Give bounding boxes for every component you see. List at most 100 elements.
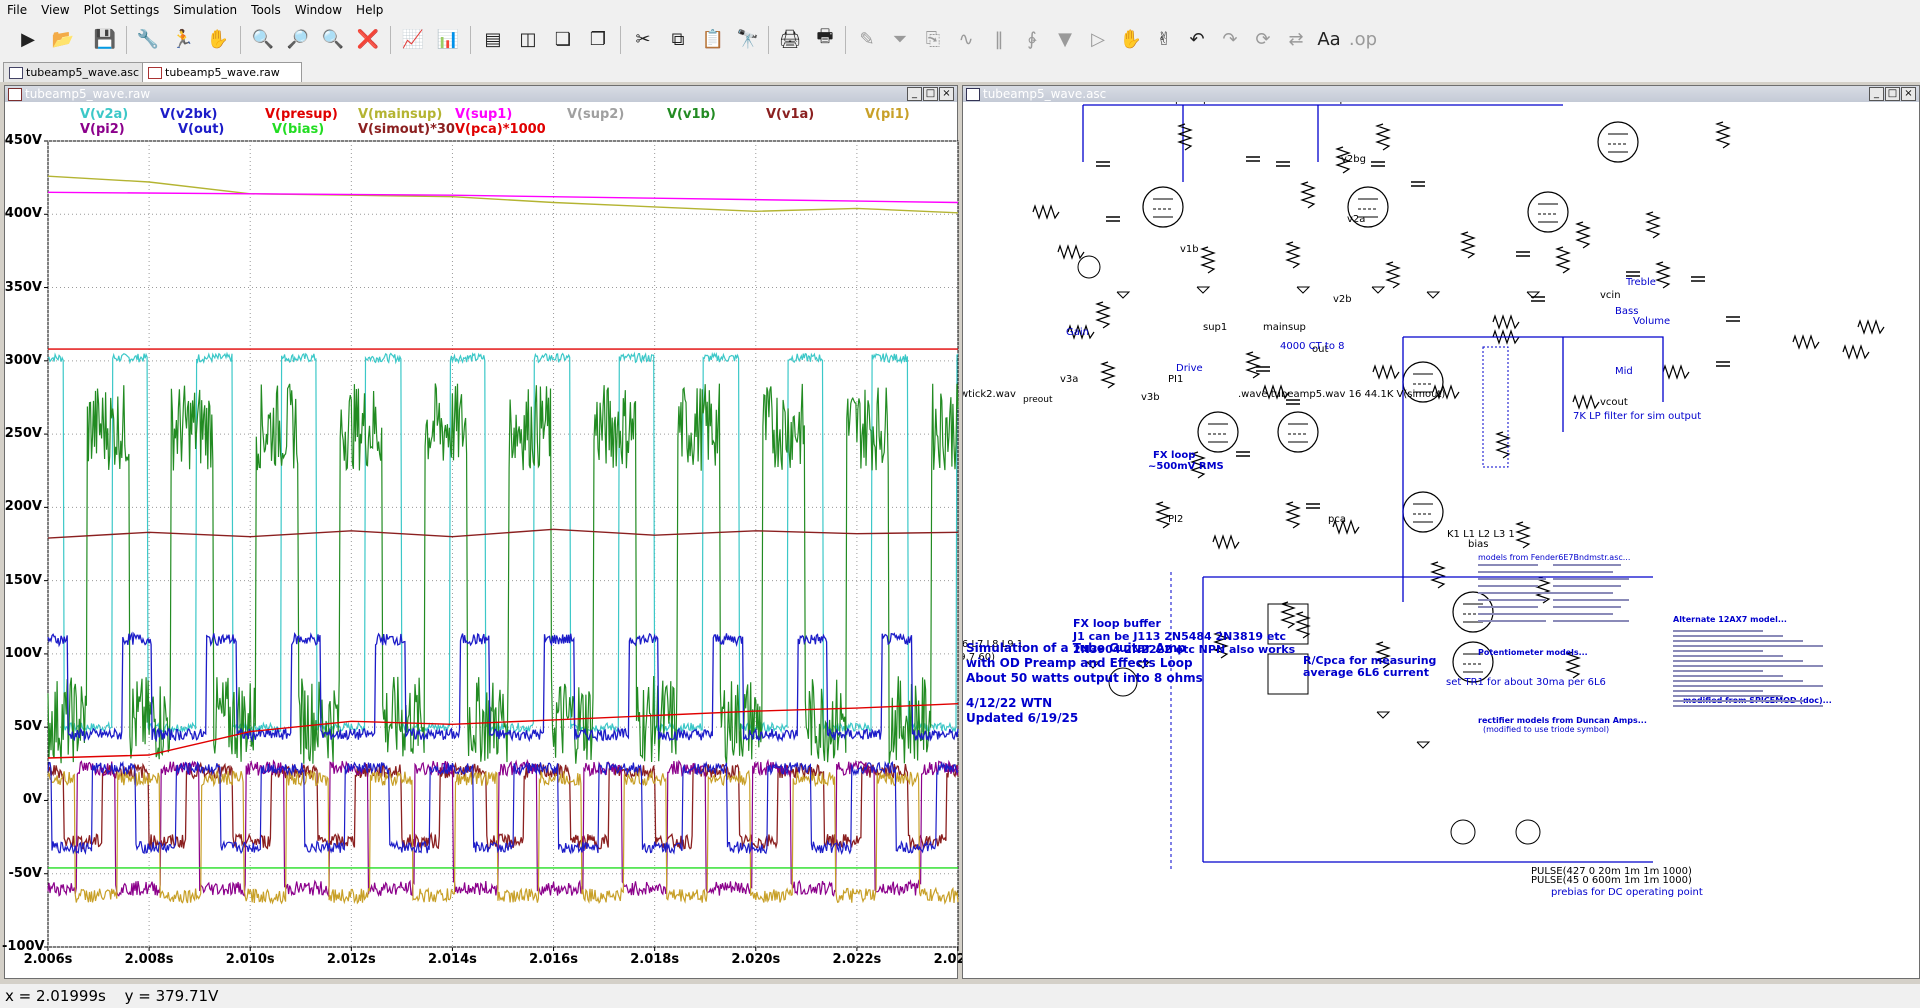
note-text: FX loop buffer (1073, 617, 1161, 630)
schematic-label: mainsup (1263, 322, 1306, 333)
schematic-label: sup2 (1328, 102, 1352, 105)
schematic-label: bias (1468, 539, 1488, 550)
resistor-symbol (1495, 431, 1511, 459)
note-text: average 6L6 current (1303, 666, 1429, 679)
model-text (1553, 571, 1613, 573)
note-text: ~500mV RMS (1148, 461, 1224, 472)
model-text (1553, 606, 1621, 608)
drag-icon[interactable]: ✌ (1149, 24, 1179, 54)
schematic-icon (966, 88, 980, 101)
model-text (1673, 645, 1823, 647)
model-text (1478, 599, 1546, 601)
schematic-label: v3a (1060, 374, 1078, 385)
resistor-symbol (1655, 261, 1671, 289)
model-text (1553, 585, 1621, 587)
model-text (1673, 635, 1783, 637)
model-text (1478, 613, 1554, 615)
resistor-symbol (1555, 246, 1571, 274)
model-text (1553, 592, 1613, 594)
tube-symbol (1527, 191, 1569, 233)
ground-symbol (1196, 286, 1211, 294)
resistor-symbol (1057, 244, 1085, 260)
redo-icon[interactable]: ↷ (1215, 24, 1245, 54)
diode-icon[interactable]: ▼ (1050, 24, 1080, 54)
resistor-symbol (1575, 221, 1591, 249)
schematic-label: prebias for DC operating point (1551, 887, 1703, 898)
schematic-label: PI2 (1168, 514, 1183, 525)
model-text (1673, 685, 1823, 687)
schematic-label: presup (1175, 102, 1209, 105)
capacitor-icon[interactable]: ‖ (984, 24, 1014, 54)
schematic-label: K1 L1 L2 L3 1 (1447, 529, 1515, 540)
spice-directive-icon[interactable]: .op (1348, 24, 1378, 54)
resistor-symbol (1300, 181, 1316, 209)
resistor-symbol (1212, 534, 1240, 550)
note-text: Potentiometer models... (1478, 648, 1588, 657)
resistor-symbol (1285, 501, 1301, 529)
model-text (1673, 690, 1763, 692)
schematic-canvas[interactable]: .tran 16.5wavefile=wtick2.wav.wave tubea… (963, 102, 1918, 976)
waveform-chart[interactable] (0, 0, 960, 984)
model-text (1673, 640, 1803, 642)
tube-symbol (1597, 121, 1639, 163)
schematic-label: 4000 CT to 8 (1280, 341, 1344, 352)
resistor-symbol (1280, 601, 1296, 629)
schematic-label: vcin (1600, 290, 1621, 301)
schematic-label: 7K LP filter for sim output (1573, 411, 1701, 422)
ground-symbol (1376, 711, 1391, 719)
resistor-symbol (1715, 121, 1731, 149)
resistor-symbol (1285, 241, 1301, 269)
resistor-symbol (1842, 344, 1870, 360)
note-text: (modified to use triode symbol) (1483, 725, 1609, 734)
schematic-label: pca (1328, 514, 1346, 525)
schematic-label: Mid (1615, 366, 1633, 377)
schematic-label: sup1 (1203, 322, 1227, 333)
inductor-icon[interactable]: ∳ (1017, 24, 1047, 54)
move-icon[interactable]: ✋ (1116, 24, 1146, 54)
resistor-symbol (1430, 561, 1446, 589)
rectifier-tube (1267, 653, 1309, 695)
note-text: 2N3904 2N2222 etc NPN also works (1073, 643, 1296, 656)
schematic-label: set TR1 for about 30ma per 6L6 (1446, 677, 1606, 688)
close-button[interactable]: × (1901, 87, 1916, 101)
plot-area (47, 140, 959, 948)
model-text (1673, 695, 1783, 697)
note-text: FX loop (1153, 450, 1195, 461)
resistor-symbol (1032, 204, 1060, 220)
model-text (1673, 680, 1803, 682)
schematic-label: Gain (1066, 327, 1089, 338)
resistor-symbol (1245, 351, 1261, 379)
resistor-symbol (1295, 611, 1311, 639)
schematic-label: v3b (1141, 392, 1160, 403)
model-text (1673, 630, 1763, 632)
schematic-label: wavefile=wtick2.wav (963, 389, 1016, 400)
model-text (1478, 578, 1546, 580)
resistor-symbol (1515, 521, 1531, 549)
maximize-button[interactable]: □ (1885, 87, 1900, 101)
model-text (1673, 660, 1803, 662)
text-icon[interactable]: Aa (1314, 24, 1344, 54)
model-text (1478, 585, 1538, 587)
note-text: Updated 6/19/25 (966, 711, 1078, 725)
resistor-symbol (1372, 364, 1400, 380)
schematic-label: v2bg (1341, 154, 1366, 165)
note-text: J1 can be J113 2N5484 2N3819 etc (1072, 630, 1286, 643)
minimize-button[interactable]: _ (1869, 87, 1884, 101)
model-text (1478, 606, 1538, 608)
model-text (1673, 705, 1823, 707)
ground-symbol (1416, 741, 1431, 749)
cursor-y-readout: y = 379.71V (124, 987, 219, 1005)
tube-symbol (1197, 411, 1239, 453)
resistor-symbol (1492, 314, 1520, 330)
rotate-icon[interactable]: ⟳ (1248, 24, 1278, 54)
model-text (1673, 670, 1763, 672)
component-icon[interactable]: ▷ (1083, 24, 1113, 54)
schematic-label: PULSE(45 0 600m 1m 1m 1000) (1531, 875, 1692, 886)
mirror-icon[interactable]: ⇄ (1281, 24, 1311, 54)
undo-icon[interactable]: ↶ (1182, 24, 1212, 54)
model-text (1673, 665, 1823, 667)
schematic-label: v2b (1333, 294, 1352, 305)
schematic-label: preout (1023, 395, 1053, 405)
note-text: About 50 watts output into 8 ohms (966, 671, 1203, 685)
resistor-symbol (1645, 211, 1661, 239)
